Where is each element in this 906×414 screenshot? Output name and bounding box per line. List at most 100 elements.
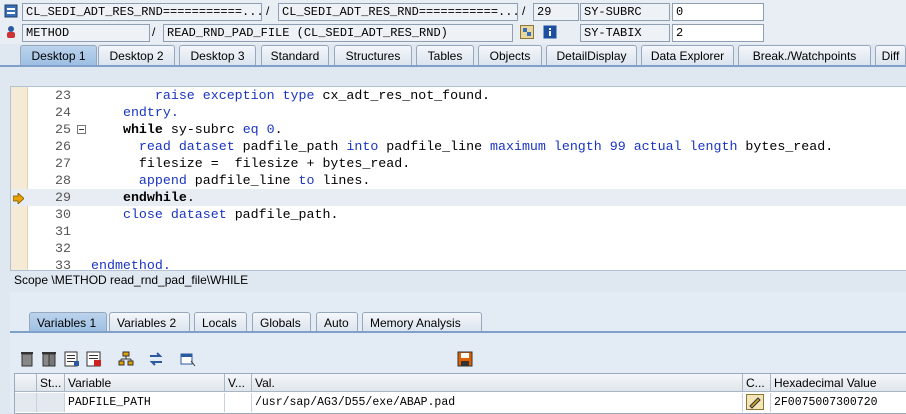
line-number: 32: [55, 241, 71, 256]
transfer-icon[interactable]: [148, 351, 164, 367]
column-header-status[interactable]: St...: [37, 374, 65, 392]
sy-subrc-value[interactable]: 0: [672, 3, 764, 21]
tab-globals[interactable]: Globals: [252, 312, 311, 332]
include-field[interactable]: CL_SEDI_ADT_RES_RND===========...: [278, 3, 518, 21]
code-line[interactable]: 27 filesize = filesize + bytes_read.: [11, 155, 906, 172]
delete-all-icon[interactable]: [41, 351, 57, 367]
list-icon[interactable]: [64, 351, 80, 367]
variable-value-cell[interactable]: /usr/sap/AG3/D55/exe/ABAP.pad: [252, 393, 743, 412]
tab-detail-display[interactable]: DetailDisplay: [546, 45, 637, 65]
event-name-field[interactable]: READ_RND_PAD_FILE (CL_SEDI_ADT_RES_RND): [163, 24, 513, 42]
window-icon[interactable]: [180, 351, 196, 367]
tab-auto[interactable]: Auto: [316, 312, 358, 332]
code-line[interactable]: 28 append padfile_line to lines.: [11, 172, 906, 189]
code-text: endmethod.: [91, 257, 171, 271]
code-text: while sy-subrc eq 0.: [107, 121, 283, 138]
code-line[interactable]: 32: [11, 240, 906, 257]
code-token: append: [138, 173, 195, 188]
code-token: filesize = filesize + bytes_read.: [138, 156, 411, 171]
tab-memory-analysis[interactable]: Memory Analysis: [362, 312, 482, 332]
save-variables-icon[interactable]: [86, 351, 102, 367]
save-icon[interactable]: [457, 351, 473, 367]
tab-breakpoints[interactable]: Break./Watchpoints: [738, 45, 871, 65]
code-token: eq: [242, 122, 267, 137]
source-code-editor[interactable]: 23 raise exception type cx_adt_res_not_f…: [10, 86, 906, 271]
column-header-hex[interactable]: Hexadecimal Value: [771, 374, 906, 392]
code-token: 0: [266, 122, 275, 137]
tab-standard[interactable]: Standard: [261, 45, 329, 65]
code-line[interactable]: 33 endmethod.: [11, 257, 906, 271]
code-text: close dataset padfile_path.: [107, 206, 338, 223]
row-selector[interactable]: [15, 393, 37, 412]
line-number-field[interactable]: 29: [533, 3, 579, 21]
code-line[interactable]: 24 endtry.: [11, 104, 906, 121]
column-header-v[interactable]: V...: [225, 374, 252, 392]
debugger-header: CL_SEDI_ADT_RES_RND===========... / CL_S…: [0, 0, 906, 44]
line-number: 24: [55, 105, 71, 120]
code-token: cx_adt_res_not_found.: [322, 88, 491, 103]
column-header-change[interactable]: C...: [743, 374, 771, 392]
line-number: 31: [55, 224, 71, 239]
tab-variables-1[interactable]: Variables 1: [29, 312, 107, 332]
code-token: endmethod.: [91, 258, 171, 271]
hierarchy-icon[interactable]: [118, 351, 134, 367]
collapse-block-icon[interactable]: [77, 125, 86, 134]
row-v-cell: [225, 393, 252, 412]
tab-structures[interactable]: Structures: [334, 45, 412, 65]
column-header-variable[interactable]: Variable: [65, 374, 225, 392]
tab-variables-2[interactable]: Variables 2: [109, 312, 190, 332]
class-icon: [4, 4, 18, 18]
variable-name-cell[interactable]: PADFILE_PATH: [65, 393, 225, 412]
code-line[interactable]: 25 while sy-subrc eq 0.: [11, 121, 906, 138]
line-number: 30: [55, 207, 71, 222]
tab-objects[interactable]: Objects: [478, 45, 542, 65]
code-token: maximum length: [490, 139, 610, 154]
code-token: padfile_path.: [234, 207, 339, 222]
edit-pencil-icon[interactable]: [743, 393, 771, 412]
event-type-field[interactable]: METHOD: [22, 24, 150, 42]
code-text: endwhile.: [107, 189, 195, 206]
person-icon: [4, 25, 18, 39]
code-text: filesize = filesize + bytes_read.: [107, 155, 410, 172]
tab-tables[interactable]: Tables: [416, 45, 474, 65]
code-token: padfile_line: [386, 139, 491, 154]
tab-desktop-1[interactable]: Desktop 1: [20, 45, 97, 65]
code-token: read dataset: [138, 139, 243, 154]
line-number: 28: [55, 173, 71, 188]
column-header-blank: [15, 374, 37, 392]
line-number: 26: [55, 139, 71, 154]
delete-icon[interactable]: [19, 351, 35, 367]
line-number: 23: [55, 88, 71, 103]
code-token: raise exception type: [154, 88, 323, 103]
code-token: sy-subrc: [170, 122, 243, 137]
code-line[interactable]: 30 close dataset padfile_path.: [11, 206, 906, 223]
code-line[interactable]: 29 endwhile.: [11, 189, 906, 206]
code-token: endwhile: [122, 190, 187, 205]
separator: /: [152, 25, 156, 39]
code-token: .: [274, 122, 283, 137]
code-token: padfile_line: [194, 173, 299, 188]
variables-table: St... Variable V... Val. C... Hexadecima…: [14, 373, 906, 414]
code-text: read dataset padfile_path into padfile_l…: [107, 138, 833, 155]
code-token: actual length: [633, 139, 746, 154]
tab-data-explorer[interactable]: Data Explorer: [641, 45, 734, 65]
code-line[interactable]: 31: [11, 223, 906, 240]
code-line[interactable]: 23 raise exception type cx_adt_res_not_f…: [11, 87, 906, 104]
tab-locals[interactable]: Locals: [194, 312, 247, 332]
navigate-icon[interactable]: [520, 25, 534, 39]
code-token: padfile_path: [242, 139, 347, 154]
hex-value-cell[interactable]: 2F0075007300720: [771, 393, 906, 412]
program-field[interactable]: CL_SEDI_ADT_RES_RND===========...: [22, 3, 262, 21]
info-icon[interactable]: [543, 25, 557, 39]
tab-diff[interactable]: Diff: [875, 45, 906, 65]
tab-desktop-2[interactable]: Desktop 2: [98, 45, 175, 65]
tab-desktop-3[interactable]: Desktop 3: [179, 45, 256, 65]
column-header-value[interactable]: Val.: [252, 374, 743, 392]
sy-tabix-value[interactable]: 2: [672, 24, 764, 42]
code-line[interactable]: 26 read dataset padfile_path into padfil…: [11, 138, 906, 155]
